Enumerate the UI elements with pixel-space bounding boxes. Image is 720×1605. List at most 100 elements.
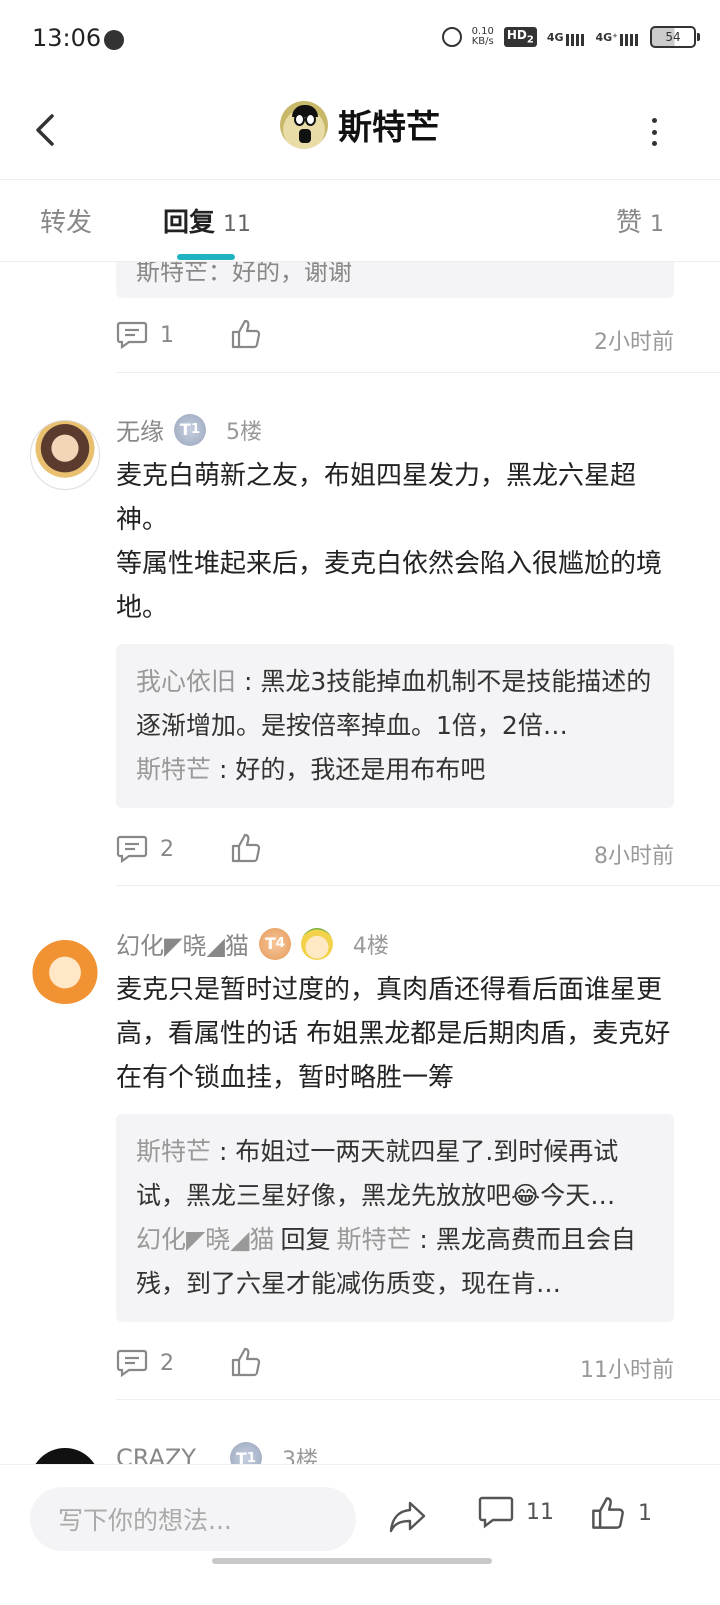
level-letter: T [179, 420, 191, 439]
comment-count-button[interactable]: 11 [478, 1495, 554, 1529]
status-time: 13:06 [32, 24, 102, 52]
timestamp: 2小时前 [594, 330, 674, 355]
tab-like-label: 赞 [615, 208, 642, 238]
character-badge-icon [300, 927, 333, 960]
avatar[interactable] [30, 1448, 100, 1464]
level-badge-icon: T4 [258, 927, 291, 960]
thumbs-up-icon [231, 319, 261, 349]
comment-icon [116, 1349, 148, 1378]
avatar [280, 100, 328, 149]
like-count-button[interactable]: 1 [590, 1495, 652, 1531]
post-header: 无缘 T1 5楼 [116, 412, 262, 447]
tab-reply[interactable]: 回复 11 [163, 202, 251, 239]
level-sub: 4 [275, 936, 286, 951]
sub-reply-colon: : [411, 1225, 436, 1254]
signal-icon-2: 4G⁺ [596, 31, 641, 46]
bottom-bar: 写下你的想法... 11 1 [0, 1464, 720, 1605]
signal-icon-1: 4G [547, 31, 586, 46]
like-button[interactable] [230, 1346, 262, 1382]
battery-icon: 54 [650, 26, 700, 48]
divider [116, 1399, 720, 1400]
comment-icon [116, 835, 148, 864]
comment-count: 2 [160, 836, 174, 862]
sub-reply-text: 好的，我还是用布布吧 [235, 755, 486, 784]
sub-reply-author[interactable]: 我心依旧 [136, 667, 236, 696]
like-button[interactable] [230, 318, 262, 354]
sub-reply-author[interactable]: 幻化◤晓◢猫 [136, 1225, 274, 1254]
comment-input-placeholder: 写下你的想法... [58, 1506, 232, 1535]
username[interactable]: 无缘 [116, 412, 164, 447]
tab-active-indicator [177, 254, 235, 260]
reply-feed[interactable]: 斯特芒：好的，谢谢 1 2小时前 无缘 T1 5楼 麦克白萌新之友，布姐四星发力… [0, 262, 720, 1464]
content-paragraph: 麦克只是暂时过度的，真肉盾还得看后面谁星更高，看属性的话 布姐黑龙都是后期肉盾，… [116, 975, 671, 1093]
sub-reply-box[interactable]: 斯特芒 : 布姐过一两天就四星了.到时候再试试，黑龙三星好像，黑龙先放放吧😂今天… [116, 1114, 674, 1322]
comment-icon [478, 1496, 514, 1529]
comment-button[interactable]: 1 [116, 320, 174, 350]
sub-reply-word: 回复 [280, 1225, 331, 1254]
post-content: 麦克只是暂时过度的，真肉盾还得看后面谁星更高，看属性的话 布姐黑龙都是后期肉盾，… [116, 968, 676, 1100]
sub-reply: 斯特芒 : 好的，我还是用布布吧 [136, 748, 654, 792]
sub-reply-target[interactable]: 斯特芒 [336, 1225, 411, 1254]
battery-level: 54 [665, 30, 681, 44]
thumbs-up-icon [231, 1347, 261, 1377]
dot-icon [651, 141, 657, 146]
tab-reply-label: 回复 [163, 208, 216, 238]
username[interactable]: 幻化◤晓◢猫 [116, 926, 249, 961]
comment-icon [116, 321, 148, 350]
content-paragraph: 麦克白萌新之友，布姐四星发力，黑龙六星超神。 [116, 461, 637, 535]
sub-reply-box[interactable]: 我心依旧 : 黑龙3技能掉血机制不是技能描述的逐渐增加。是按倍率掉血。1倍，2倍… [116, 644, 674, 808]
net-speed-unit: KB/s [471, 36, 494, 47]
timestamp: 11小时前 [580, 1358, 674, 1383]
sub-reply-colon: : [211, 755, 236, 784]
floor-number: 3楼 [281, 1448, 318, 1464]
avatar[interactable] [30, 934, 100, 1004]
alarm-icon [441, 27, 462, 47]
sub-reply-text: 斯特芒：好的，谢谢 [136, 262, 352, 286]
tab-like[interactable]: 赞1 [616, 202, 664, 239]
sub-reply: 幻化◤晓◢猫 回复 斯特芒 : 黑龙高费而且会自残，到了六星才能减伤质变，现在肯… [136, 1218, 654, 1306]
tab-forward[interactable]: 转发 [40, 202, 92, 239]
action-row: 1 2小时前 [116, 314, 674, 358]
notification-dot-icon [104, 30, 124, 50]
sub-reply-colon: : [211, 1137, 236, 1166]
level-badge-icon: T1 [229, 1442, 262, 1464]
status-icons: 0.10 KB/s HD2 4G 4G⁺ 54 [441, 26, 700, 48]
hd-sub: 2 [526, 34, 534, 46]
home-indicator[interactable] [212, 1558, 492, 1564]
thumbs-up-icon [592, 1497, 624, 1529]
like-button[interactable] [230, 832, 262, 868]
sub-reply: 我心依旧 : 黑龙3技能掉血机制不是技能描述的逐渐增加。是按倍率掉血。1倍，2倍… [136, 660, 654, 748]
comment-count: 1 [160, 322, 174, 348]
username[interactable]: CRAZY [116, 1444, 196, 1464]
share-arrow-icon [389, 1501, 426, 1533]
level-letter: T [264, 934, 276, 953]
avatar[interactable] [30, 420, 100, 490]
sub-reply-author[interactable]: 斯特芒 [136, 1137, 211, 1166]
page-title: 斯特芒 [338, 108, 440, 148]
comment-input[interactable]: 写下你的想法... [30, 1487, 356, 1551]
hd-icon: HD2 [503, 27, 537, 47]
tab-like-count: 1 [650, 212, 664, 237]
comment-button[interactable]: 2 [116, 1348, 174, 1378]
action-row: 2 11小时前 [116, 1342, 674, 1386]
content-paragraph: 等属性堆起来后，麦克白依然会陷入很尴尬的境地。 [116, 549, 663, 623]
sub-reply-author[interactable]: 斯特芒 [136, 755, 211, 784]
thumbs-up-icon [231, 833, 261, 863]
top-header: 斯特芒 [0, 80, 720, 180]
hd-label: HD [506, 28, 527, 43]
header-user[interactable]: 斯特芒 [0, 100, 720, 149]
post-content: 麦克白萌新之友，布姐四星发力，黑龙六星超神。 等属性堆起来后，麦克白依然会陷入很… [116, 454, 676, 630]
comment-button[interactable]: 2 [116, 834, 174, 864]
post-header: 幻化◤晓◢猫 T4 4楼 [116, 926, 389, 961]
floor-number: 5楼 [226, 419, 262, 445]
level-sub: 1 [190, 422, 201, 437]
share-button[interactable] [388, 1499, 428, 1539]
sub-reply-box[interactable]: 斯特芒：好的，谢谢 [116, 262, 674, 298]
tab-bar: 转发 回复 11 赞1 [0, 180, 720, 262]
more-options-button[interactable] [642, 114, 666, 150]
divider [116, 372, 720, 373]
divider [116, 885, 720, 886]
sub-reply: 斯特芒 : 布姐过一两天就四星了.到时候再试试，黑龙三星好像，黑龙先放放吧😂今天… [136, 1130, 654, 1218]
post-header: CRAZY T1 3楼 [116, 1442, 318, 1464]
floor-number: 4楼 [352, 933, 389, 959]
